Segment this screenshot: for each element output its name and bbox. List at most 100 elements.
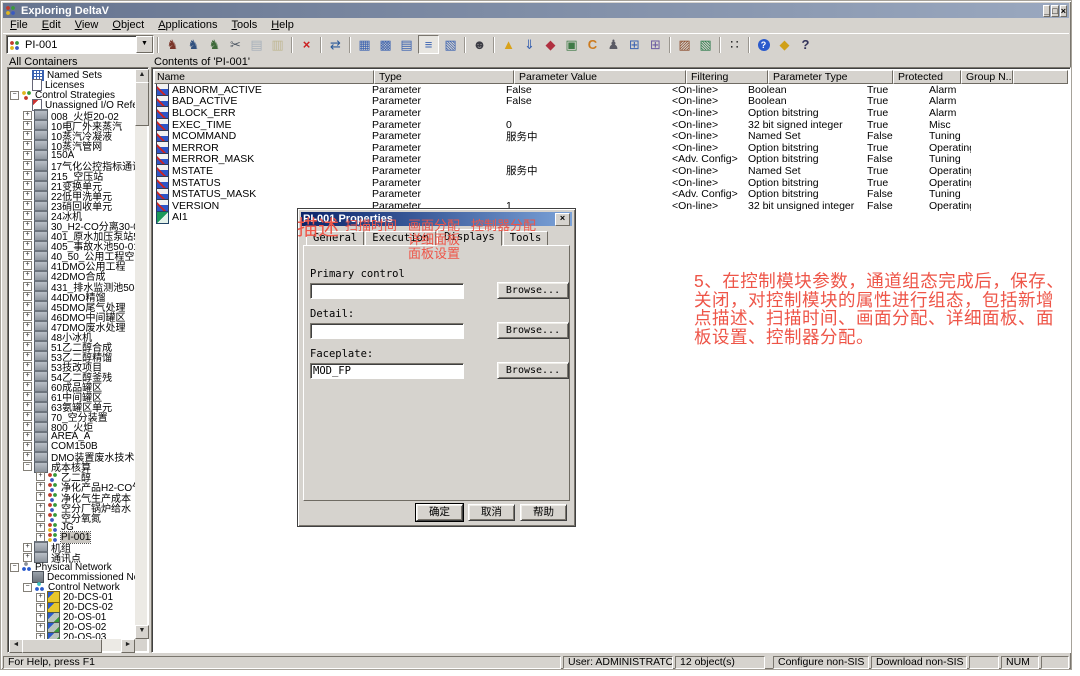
tree-item[interactable]: +20-DCS-02 bbox=[10, 602, 135, 612]
menu-object[interactable]: Object bbox=[105, 19, 151, 32]
scroll-right-icon[interactable]: ► bbox=[121, 639, 135, 653]
expand-icon[interactable]: + bbox=[36, 503, 45, 512]
browse-button-2[interactable]: Browse... bbox=[497, 362, 569, 379]
tree-item[interactable]: −Control Strategies bbox=[10, 90, 135, 100]
expand-icon[interactable]: + bbox=[23, 241, 32, 250]
expand-icon[interactable]: + bbox=[23, 121, 32, 130]
group-explorer-icon[interactable]: ♞ bbox=[184, 36, 203, 53]
expand-icon[interactable]: + bbox=[23, 342, 32, 351]
tree-item[interactable]: +20-OS-01 bbox=[10, 613, 135, 623]
expand-icon[interactable]: + bbox=[23, 312, 32, 321]
tree-item[interactable]: Named Sets bbox=[10, 70, 135, 80]
expand-icon[interactable]: + bbox=[23, 362, 32, 371]
expand-icon[interactable]: + bbox=[23, 432, 32, 441]
expand-icon[interactable]: + bbox=[36, 513, 45, 522]
expand-icon[interactable]: + bbox=[23, 271, 32, 280]
module-table-icon[interactable]: ⊞ bbox=[625, 36, 644, 53]
cut-icon[interactable]: ✂ bbox=[226, 36, 245, 53]
expand-icon[interactable]: + bbox=[23, 141, 32, 150]
collapse-icon[interactable]: − bbox=[23, 462, 32, 471]
expand-icon[interactable]: + bbox=[23, 292, 32, 301]
collapse-icon[interactable]: − bbox=[23, 583, 32, 592]
reassign-icon[interactable]: C bbox=[583, 36, 602, 53]
view-list-icon[interactable]: ▤ bbox=[397, 36, 416, 53]
swap-icon[interactable]: ⇄ bbox=[326, 36, 345, 53]
expand-icon[interactable]: + bbox=[23, 211, 32, 220]
table-row[interactable]: AI1 bbox=[154, 212, 1068, 224]
cancel-button[interactable]: 取消 bbox=[468, 504, 515, 521]
expand-icon[interactable]: + bbox=[23, 322, 32, 331]
menu-applications[interactable]: Applications bbox=[151, 19, 224, 32]
field-input-0[interactable] bbox=[310, 283, 464, 299]
expand-icon[interactable]: + bbox=[23, 221, 32, 230]
tree-item[interactable]: +AREA_A bbox=[10, 432, 135, 442]
table-row[interactable]: MSTATUSParameter<On-line>Option bitstrin… bbox=[154, 177, 1068, 189]
expand-icon[interactable]: + bbox=[23, 302, 32, 311]
table-row[interactable]: VERSIONParameter1<On-line>32 bit unsigne… bbox=[154, 200, 1068, 212]
tree-vertical-scrollbar[interactable]: ▲ ▼ bbox=[135, 69, 147, 639]
expand-icon[interactable]: + bbox=[36, 623, 45, 632]
download-icon[interactable]: ⇓ bbox=[520, 36, 539, 53]
column-header-name[interactable]: Name bbox=[154, 70, 374, 84]
tree-item-label[interactable]: 20-OS-03 bbox=[63, 632, 106, 639]
tree-item[interactable]: +20-DCS-01 bbox=[10, 592, 135, 602]
tree-item[interactable]: +PI-001 bbox=[10, 532, 135, 542]
tree-item[interactable]: +20-OS-02 bbox=[10, 623, 135, 633]
chevron-down-icon[interactable]: ▼ bbox=[136, 36, 153, 53]
expand-icon[interactable]: + bbox=[36, 472, 45, 481]
table-row[interactable]: BAD_ACTIVEParameterFalse<On-line>Boolean… bbox=[154, 96, 1068, 108]
history-chart-icon[interactable]: ▨ bbox=[675, 36, 694, 53]
field-input-2[interactable]: MOD_FP bbox=[310, 363, 464, 379]
expand-icon[interactable]: + bbox=[36, 482, 45, 491]
books-online-icon[interactable]: ◆ bbox=[775, 36, 794, 53]
process-history-icon[interactable]: ∷ bbox=[725, 36, 744, 53]
expand-icon[interactable]: + bbox=[23, 442, 32, 451]
tree-horizontal-scrollbar[interactable]: ◄ ► bbox=[9, 639, 135, 651]
expand-icon[interactable]: + bbox=[23, 231, 32, 240]
help-button[interactable]: 帮助 bbox=[520, 504, 567, 521]
expand-icon[interactable]: + bbox=[23, 191, 32, 200]
expand-icon[interactable]: + bbox=[23, 372, 32, 381]
area-explorer-icon[interactable]: ♞ bbox=[205, 36, 224, 53]
expand-icon[interactable]: + bbox=[23, 201, 32, 210]
tree-item[interactable]: Decommissioned Nodes bbox=[10, 572, 135, 582]
expand-icon[interactable]: + bbox=[36, 492, 45, 501]
expand-icon[interactable]: + bbox=[23, 171, 32, 180]
menu-view[interactable]: View bbox=[68, 19, 106, 32]
table-row[interactable]: MSTATUS_MASKParameter<Adv. Config>Option… bbox=[154, 188, 1068, 200]
tree-item[interactable]: +800_火炬 bbox=[10, 422, 135, 432]
expand-icon[interactable]: + bbox=[23, 161, 32, 170]
menu-help[interactable]: Help bbox=[264, 19, 301, 32]
expand-icon[interactable]: + bbox=[23, 131, 32, 140]
expand-icon[interactable]: + bbox=[23, 422, 32, 431]
picture-icon[interactable]: ▣ bbox=[562, 36, 581, 53]
expand-icon[interactable]: + bbox=[23, 181, 32, 190]
expand-icon[interactable]: + bbox=[23, 332, 32, 341]
expand-icon[interactable]: + bbox=[36, 523, 45, 532]
user-accounts-icon[interactable]: ☻ bbox=[470, 36, 489, 53]
table-row[interactable]: MERRORParameter<On-line>Option bitstring… bbox=[154, 142, 1068, 154]
column-header-type[interactable]: Type bbox=[374, 70, 514, 84]
expand-icon[interactable]: + bbox=[23, 553, 32, 562]
restore-button[interactable]: □ bbox=[1051, 5, 1058, 17]
copy-icon[interactable]: ▤ bbox=[247, 36, 266, 53]
security-icon[interactable]: ♟ bbox=[604, 36, 623, 53]
menu-file[interactable]: File bbox=[3, 19, 35, 32]
minimize-button[interactable]: _ bbox=[1043, 5, 1050, 17]
ok-button[interactable]: 确定 bbox=[416, 504, 463, 521]
tree-item[interactable]: +通讯点 bbox=[10, 552, 135, 562]
view-large-icons-icon[interactable]: ▦ bbox=[355, 36, 374, 53]
scroll-down-icon[interactable]: ▼ bbox=[135, 625, 149, 639]
column-header-parameter-type[interactable]: Parameter Type bbox=[768, 70, 893, 84]
paste-icon[interactable]: ▥ bbox=[268, 36, 287, 53]
column-header-parameter-value[interactable]: Parameter Value bbox=[514, 70, 686, 84]
expand-icon[interactable]: + bbox=[36, 603, 45, 612]
tree-item[interactable]: −Physical Network bbox=[10, 562, 135, 572]
expand-icon[interactable]: + bbox=[23, 382, 32, 391]
scroll-up-icon[interactable]: ▲ bbox=[135, 69, 149, 83]
trend-chart-icon[interactable]: ▧ bbox=[696, 36, 715, 53]
menu-edit[interactable]: Edit bbox=[35, 19, 68, 32]
browse-button-1[interactable]: Browse... bbox=[497, 322, 569, 339]
table-row[interactable]: MSTATEParameter服务中<On-line>Named SetTrue… bbox=[154, 165, 1068, 177]
view-details-icon[interactable]: ≡ bbox=[418, 35, 439, 54]
